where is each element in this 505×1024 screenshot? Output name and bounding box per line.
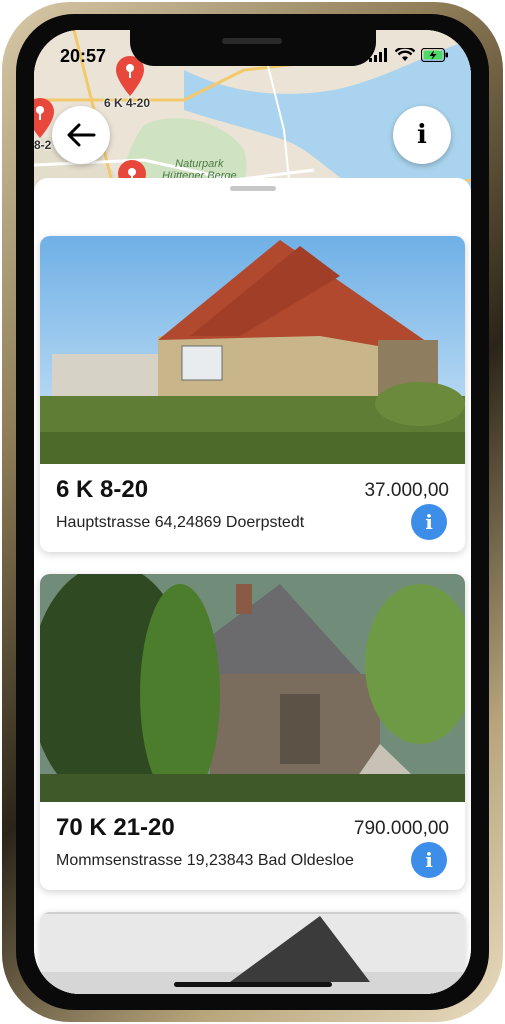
info-icon: i (425, 848, 433, 872)
cellular-signal-icon (369, 48, 387, 62)
device-notch (130, 30, 376, 66)
back-button[interactable] (52, 106, 110, 164)
wifi-icon (395, 48, 415, 61)
map-pin-label: 6 K 4-20 (104, 96, 151, 110)
info-icon: i (417, 120, 427, 150)
map-pin-label: 8-2 (34, 138, 52, 152)
listing-photo[interactable] (40, 236, 465, 464)
arrow-left-icon (67, 123, 96, 147)
listing-photo[interactable] (40, 574, 465, 802)
info-icon: i (425, 510, 433, 534)
map-pin-icon[interactable] (34, 98, 54, 138)
listing-price: 790.000,00 (353, 818, 449, 839)
listing-address: Hauptstrasse 64,24869 Doerpstedt (56, 514, 305, 531)
house-photo-image (40, 236, 465, 464)
listing-title: 6 K 8-20 (56, 476, 149, 503)
listing-card[interactable]: 70 K 21-20 790.000,00 Mommsenstrasse 19,… (40, 574, 465, 890)
battery-charging-icon (421, 48, 448, 62)
listings-sheet[interactable]: 6 K 8-20 37.000,00 Hauptstrasse 64,24869… (34, 178, 471, 994)
listing-card[interactable]: 6 K 8-20 37.000,00 Hauptstrasse 64,24869… (40, 236, 465, 552)
status-time: 20:57 (60, 46, 107, 66)
listing-address: Mommsenstrasse 19,23843 Bad Oldesloe (56, 852, 354, 869)
listing-info-button[interactable]: i (411, 504, 447, 540)
park-label-line1: Naturpark (175, 158, 224, 170)
speaker-grille (222, 38, 282, 44)
status-icons (369, 48, 449, 62)
sheet-drag-handle[interactable] (230, 186, 276, 191)
house-photo-image (40, 574, 465, 802)
listing-title: 70 K 21-20 (56, 814, 175, 841)
screen: 20:57 6 K 4-20 8-2 Naturpark Hüttener Be… (34, 30, 471, 994)
listing-info-button[interactable]: i (411, 842, 447, 878)
info-button[interactable]: i (393, 106, 451, 164)
listing-price: 37.000,00 (364, 480, 449, 501)
home-indicator[interactable] (174, 982, 332, 987)
